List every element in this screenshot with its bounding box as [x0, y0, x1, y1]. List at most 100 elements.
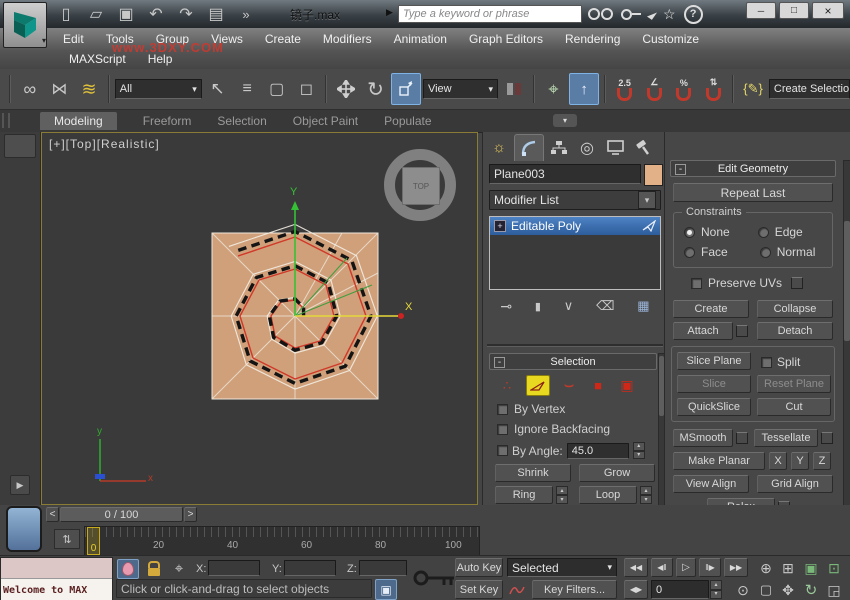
- ribbon-tab-modeling[interactable]: Modeling: [40, 112, 117, 130]
- slice-button[interactable]: Slice: [677, 375, 751, 393]
- notification-balloon-icon[interactable]: [117, 559, 139, 579]
- ring-button[interactable]: Ring: [495, 486, 553, 504]
- coord-x-input[interactable]: [208, 560, 260, 576]
- viewport-layout-button[interactable]: [6, 506, 42, 552]
- track-bar[interactable]: 0 20 40 60 80 100: [84, 526, 480, 556]
- time-configuration-icon[interactable]: ⊙: [733, 581, 753, 599]
- tab-display-icon[interactable]: [602, 136, 628, 160]
- spin-down-icon[interactable]: ▾: [640, 495, 652, 504]
- zoom-all-icon[interactable]: ⊞: [778, 559, 798, 577]
- element-mode-icon[interactable]: ▣: [617, 377, 637, 395]
- pan-hand-icon[interactable]: ✥: [778, 581, 798, 599]
- spin-down-icon[interactable]: ▾: [556, 495, 568, 504]
- coord-y-input[interactable]: [284, 560, 336, 576]
- select-and-move-icon[interactable]: [332, 74, 360, 104]
- spin-down-icon[interactable]: ▾: [633, 451, 645, 460]
- select-by-name-icon[interactable]: ≡: [233, 74, 261, 104]
- menu-modifiers[interactable]: Modifiers: [312, 28, 383, 50]
- tessellate-button[interactable]: Tessellate: [754, 429, 818, 447]
- grow-button[interactable]: Grow: [579, 464, 655, 482]
- checkbox[interactable]: [497, 445, 508, 456]
- constraint-face-radio[interactable]: [684, 247, 695, 258]
- constraint-none-radio[interactable]: [684, 227, 695, 238]
- minimize-button[interactable]: ─: [746, 2, 776, 19]
- listener-output-row[interactable]: Welcome to MAX: [1, 579, 112, 600]
- polygon-mode-icon[interactable]: ■: [588, 377, 608, 395]
- close-button[interactable]: ×: [812, 2, 844, 19]
- menu-animation[interactable]: Animation: [383, 28, 458, 50]
- by-angle-input[interactable]: 45.0: [567, 443, 629, 459]
- time-slider-prev-button[interactable]: <: [46, 507, 59, 522]
- selection-region-icon[interactable]: ▢: [263, 74, 291, 104]
- preserve-uvs-settings-icon[interactable]: [791, 277, 803, 289]
- by-vertex-checkbox[interactable]: By Vertex: [497, 402, 565, 416]
- view-align-button[interactable]: View Align: [673, 475, 749, 493]
- menu-customize[interactable]: Customize: [631, 28, 710, 50]
- app-logo-button[interactable]: ▾: [3, 2, 47, 48]
- make-unique-icon[interactable]: ∨: [564, 298, 574, 314]
- loop-button[interactable]: Loop: [579, 486, 637, 504]
- window-crossing-icon[interactable]: ◻: [293, 74, 321, 104]
- planar-z-button[interactable]: Z: [813, 452, 831, 470]
- menu-create[interactable]: Create: [254, 28, 312, 50]
- key-filters-button[interactable]: Key Filters...: [532, 580, 617, 599]
- maximize-button[interactable]: □: [779, 2, 809, 19]
- attach-button[interactable]: Attach: [673, 322, 733, 340]
- ring-spinner[interactable]: ▴ ▾: [556, 486, 568, 504]
- make-planar-button[interactable]: Make Planar: [673, 452, 765, 470]
- snap-toggle-25-icon[interactable]: 2.5: [611, 74, 639, 104]
- viewport[interactable]: [+][Top][Realistic] TOP: [41, 132, 478, 505]
- next-frame-button[interactable]: ‖▶: [699, 558, 721, 577]
- angle-snap-icon[interactable]: ∠: [640, 74, 668, 104]
- save-file-icon[interactable]: ▣: [112, 0, 140, 29]
- constraint-edge-radio[interactable]: [758, 227, 769, 238]
- favorites-star-icon[interactable]: ☆: [663, 6, 676, 23]
- project-toolbar-icon[interactable]: ▤: [202, 0, 230, 29]
- infocenter-search-input[interactable]: Type a keyword or phrase: [398, 5, 582, 23]
- menu-rendering[interactable]: Rendering: [554, 28, 631, 50]
- stack-expand-icon[interactable]: +: [494, 220, 506, 232]
- create-button[interactable]: Create: [673, 300, 749, 318]
- manipulate-icon[interactable]: ⌖: [540, 74, 568, 104]
- by-angle-control[interactable]: By Angle: 45.0 ▴ ▾: [497, 442, 645, 459]
- remove-modifier-icon[interactable]: ⌫: [596, 298, 614, 314]
- maxscript-listener[interactable]: Welcome to MAX: [0, 557, 113, 600]
- spin-up-icon[interactable]: ▴: [710, 580, 722, 590]
- previous-frame-button[interactable]: ◀‖: [651, 558, 673, 577]
- checkbox[interactable]: [691, 278, 702, 289]
- orbit-icon[interactable]: ↻: [801, 581, 821, 599]
- use-pivot-center-icon[interactable]: ↑: [569, 73, 599, 105]
- menu-edit[interactable]: Edit: [52, 28, 95, 50]
- redo-icon[interactable]: ↷: [172, 0, 200, 29]
- checkbox[interactable]: [497, 424, 508, 435]
- open-file-icon[interactable]: ▱: [82, 0, 110, 29]
- spinner-snap-icon[interactable]: ⇅: [700, 74, 728, 104]
- msmooth-settings-icon[interactable]: [736, 432, 748, 444]
- spin-up-icon[interactable]: ▴: [633, 442, 645, 451]
- help-icon[interactable]: ?: [684, 5, 703, 24]
- satellite-icon[interactable]: [649, 10, 655, 19]
- border-mode-icon[interactable]: ⌣: [559, 377, 579, 395]
- selection-filter-dropdown[interactable]: All ▾: [115, 79, 202, 99]
- zoom-extents-all-icon[interactable]: ⊡: [824, 559, 844, 577]
- object-color-swatch[interactable]: [644, 164, 663, 186]
- ribbon-tab-object-paint[interactable]: Object Paint: [293, 114, 358, 128]
- tab-modify-icon[interactable]: [514, 134, 544, 161]
- collapse-button[interactable]: Collapse: [757, 300, 833, 318]
- modifier-stack[interactable]: + Editable Poly: [489, 216, 661, 290]
- named-selection-set-field[interactable]: Create Selection: [769, 79, 850, 99]
- time-slider-next-button[interactable]: >: [184, 507, 197, 522]
- auto-key-button[interactable]: Auto Key: [455, 558, 503, 577]
- undo-icon[interactable]: ↶: [142, 0, 170, 29]
- title-next-icon[interactable]: ▶: [386, 7, 393, 18]
- coord-z-input[interactable]: [359, 560, 407, 576]
- percent-snap-icon[interactable]: %: [670, 74, 698, 104]
- binoculars-icon[interactable]: [588, 8, 613, 20]
- ignore-backfacing-checkbox[interactable]: Ignore Backfacing: [497, 422, 610, 436]
- bind-to-spacewarp-icon[interactable]: ≋: [75, 74, 103, 104]
- isolate-selection-icon[interactable]: ▣: [375, 579, 397, 600]
- checkbox[interactable]: [497, 404, 508, 415]
- preserve-uvs-control[interactable]: Preserve UVs: [691, 276, 803, 290]
- modifier-list-dropdown[interactable]: Modifier List ▾: [489, 190, 661, 210]
- mini-curve-editor-icon[interactable]: ⇅: [54, 529, 80, 549]
